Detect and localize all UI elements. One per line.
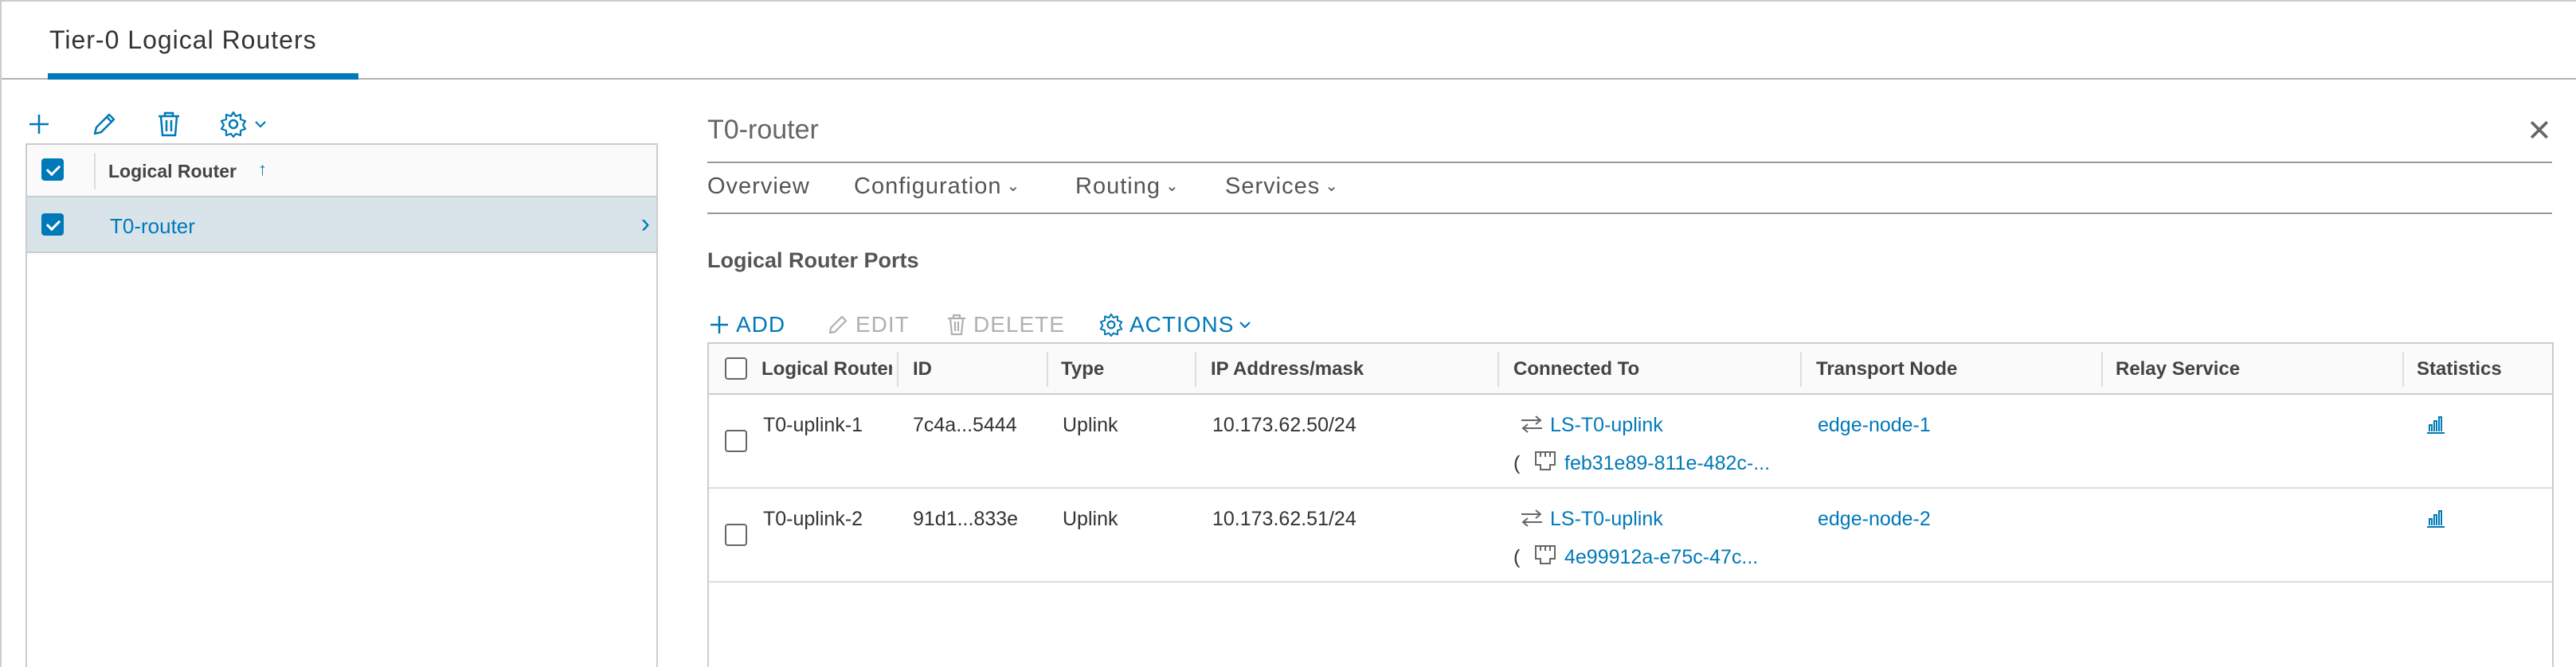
grid-header: Logical Router ↑ [27,145,656,197]
port-icon [1535,545,1556,564]
sort-ascending-icon[interactable]: ↑ [258,159,267,180]
edit-button[interactable]: EDIT [827,309,910,341]
pencil-icon[interactable] [91,110,118,138]
column-divider [94,153,96,189]
plus-icon [711,316,728,334]
row-checkbox[interactable] [725,524,747,546]
column-header-relay-service[interactable]: Relay Service [2116,358,2240,380]
column-divider [1047,352,1048,387]
grid-row-t0-router[interactable]: T0-router › [27,197,656,253]
tab-bar: Tier-0 Logical Routers [2,2,2576,80]
chevron-down-icon [1239,322,1251,329]
transport-node-link[interactable]: edge-node-1 [1818,414,1931,437]
chevron-down-icon: ⌄ [1006,177,1021,195]
column-divider [1800,352,1802,387]
trash-icon[interactable] [156,110,182,138]
port-type: Uplink [1063,414,1118,436]
column-header-logical-router[interactable]: Logical Router [108,161,237,182]
tab-services[interactable]: Services ⌄ [1225,174,1339,205]
port-id: 91d1...833e [913,508,1019,530]
add-button[interactable]: ADD [709,309,785,341]
port-id: 7c4a...5444 [913,414,1017,436]
paren-text: ( [1513,546,1521,568]
logical-switch-link[interactable]: LS-T0-uplink [1550,508,1663,531]
transport-node-link[interactable]: edge-node-2 [1818,508,1931,531]
port-icon [1535,451,1556,470]
row-label[interactable]: T0-router [110,214,195,239]
chevron-down-icon: ⌄ [1165,177,1180,195]
chevron-down-icon: ⌄ [1325,177,1339,195]
tab-tier0-logical-routers[interactable]: Tier-0 Logical Routers [49,25,317,55]
port-type: Uplink [1063,508,1118,530]
delete-button[interactable]: DELETE [946,309,1065,341]
router-ports-table: Logical Router ID Type IP Address/mask C… [707,342,2554,667]
row-checkbox[interactable] [41,213,64,236]
select-all-checkbox[interactable] [41,158,64,181]
active-tab-indicator [48,73,358,80]
actions-menu-button[interactable]: ACTIONS [1099,309,1258,341]
delete-label: DELETE [973,312,1065,337]
divider [707,213,2552,214]
port-name: T0-uplink-2 [763,508,863,530]
column-divider [897,352,898,387]
logical-routers-grid: Logical Router ↑ T0-router › [25,143,658,667]
plus-icon[interactable] [27,110,51,138]
logical-switch-link[interactable]: LS-T0-uplink [1550,414,1663,437]
column-header-ip-address[interactable]: IP Address/mask [1211,358,1364,380]
table-row: T0-uplink-2 91d1...833e Uplink 10.173.62… [709,489,2552,583]
row-checkbox[interactable] [725,430,747,452]
column-header-logical-router[interactable]: Logical Router [761,358,892,380]
port-ip: 10.173.62.51/24 [1212,508,1357,530]
divider [707,162,2552,163]
column-divider [1195,352,1196,387]
column-header-transport-node[interactable]: Transport Node [1816,358,1957,380]
pencil-icon [828,315,848,334]
select-all-checkbox[interactable] [725,357,747,380]
tab-configuration[interactable]: Configuration ⌄ [854,174,1020,205]
column-header-type[interactable]: Type [1061,358,1104,380]
gear-icon [1099,313,1123,337]
column-divider [2101,352,2103,387]
column-header-connected-to[interactable]: Connected To [1513,358,1639,380]
chevron-right-icon[interactable]: › [641,209,650,240]
close-icon[interactable]: ✕ [2527,113,2552,149]
detail-title: T0-router [707,115,819,145]
actions-label: ACTIONS [1129,312,1235,337]
port-name: T0-uplink-1 [763,414,863,436]
table-header: Logical Router ID Type IP Address/mask C… [709,344,2552,395]
logical-port-link[interactable]: 4e99912a-e75c-47c... [1564,546,1758,569]
port-ip: 10.173.62.50/24 [1212,414,1357,436]
gear-icon[interactable] [220,110,268,138]
switch-arrows-icon [1521,509,1542,527]
bar-chart-icon[interactable] [2425,414,2447,435]
paren-text: ( [1513,452,1521,474]
column-divider [2402,352,2404,387]
column-divider [1497,352,1499,387]
edit-label: EDIT [855,312,910,337]
add-label: ADD [736,312,786,337]
tab-routing[interactable]: Routing ⌄ [1075,174,1180,205]
tab-overview[interactable]: Overview [707,174,810,205]
logical-port-link[interactable]: feb31e89-811e-482c-... [1564,452,1770,475]
column-header-statistics[interactable]: Statistics [2417,358,2502,380]
switch-arrows-icon [1521,415,1542,433]
bar-chart-icon[interactable] [2425,508,2447,529]
section-title: Logical Router Ports [707,248,919,272]
trash-icon [948,314,965,336]
table-row: T0-uplink-1 7c4a...5444 Uplink 10.173.62… [709,395,2552,489]
column-header-id[interactable]: ID [913,358,932,380]
